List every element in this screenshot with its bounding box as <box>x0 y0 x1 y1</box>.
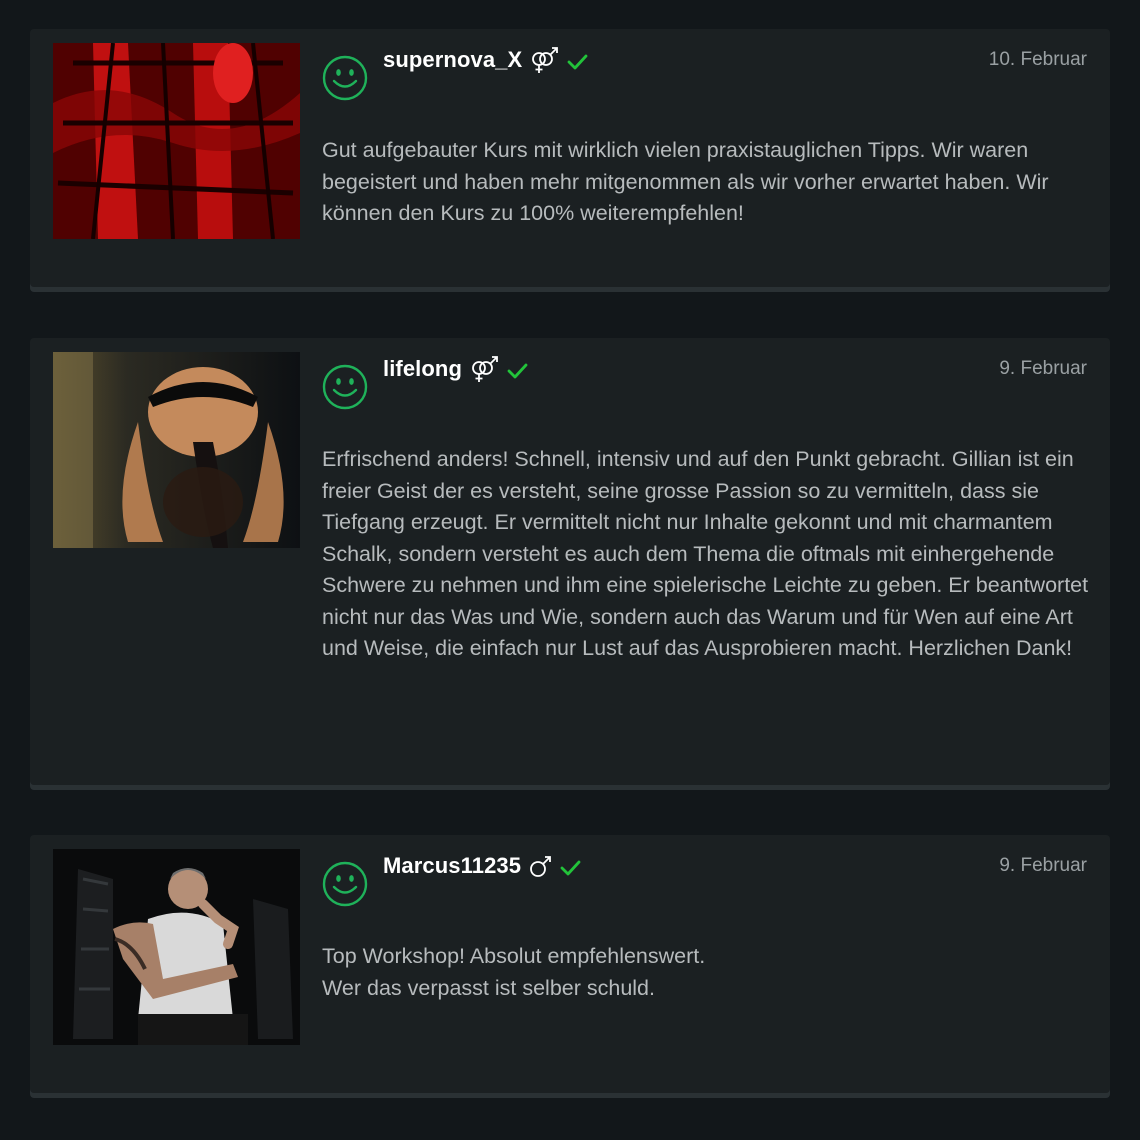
red-lit-legs-photo <box>53 43 300 239</box>
verified-check-icon <box>567 54 588 70</box>
review-header: supernova_X <box>383 41 588 79</box>
review-date: 10. Februar <box>988 49 1087 70</box>
review-photo[interactable] <box>53 849 300 1045</box>
review-card: Marcus11235 9. Februar Top Workshop! Abs… <box>30 835 1110 1093</box>
male-icon <box>530 856 552 877</box>
review-date: 9. Februar <box>999 855 1087 876</box>
couple-icon <box>472 356 498 382</box>
seated-man-photo <box>53 849 300 1045</box>
kneeling-figure-photo <box>53 352 300 548</box>
review-card: lifelong 9. Februar Erfrischend anders! … <box>30 338 1110 785</box>
username[interactable]: Marcus11235 <box>383 853 521 879</box>
verified-check-icon <box>560 860 581 876</box>
review-photo[interactable] <box>53 43 300 239</box>
avatar-smiley-icon[interactable] <box>322 861 368 907</box>
review-date: 9. Februar <box>999 358 1087 379</box>
avatar-smiley-icon[interactable] <box>322 55 368 101</box>
review-card: supernova_X 10. Februar Gut aufgebauter … <box>30 29 1110 287</box>
verified-check-icon <box>507 363 528 379</box>
review-text: Top Workshop! Absolut empfehlenswert. We… <box>322 944 706 1000</box>
review-photo[interactable] <box>53 352 300 548</box>
couple-icon <box>532 47 559 73</box>
review-text: Gut aufgebauter Kurs mit wirklich vielen… <box>322 138 1049 225</box>
review-text: Erfrischend anders! Schnell, intensiv un… <box>322 447 1089 660</box>
review-header: lifelong <box>383 350 528 388</box>
username[interactable]: lifelong <box>383 356 462 382</box>
avatar-smiley-icon[interactable] <box>322 364 368 410</box>
username[interactable]: supernova_X <box>383 47 522 73</box>
review-header: Marcus11235 <box>383 847 581 885</box>
